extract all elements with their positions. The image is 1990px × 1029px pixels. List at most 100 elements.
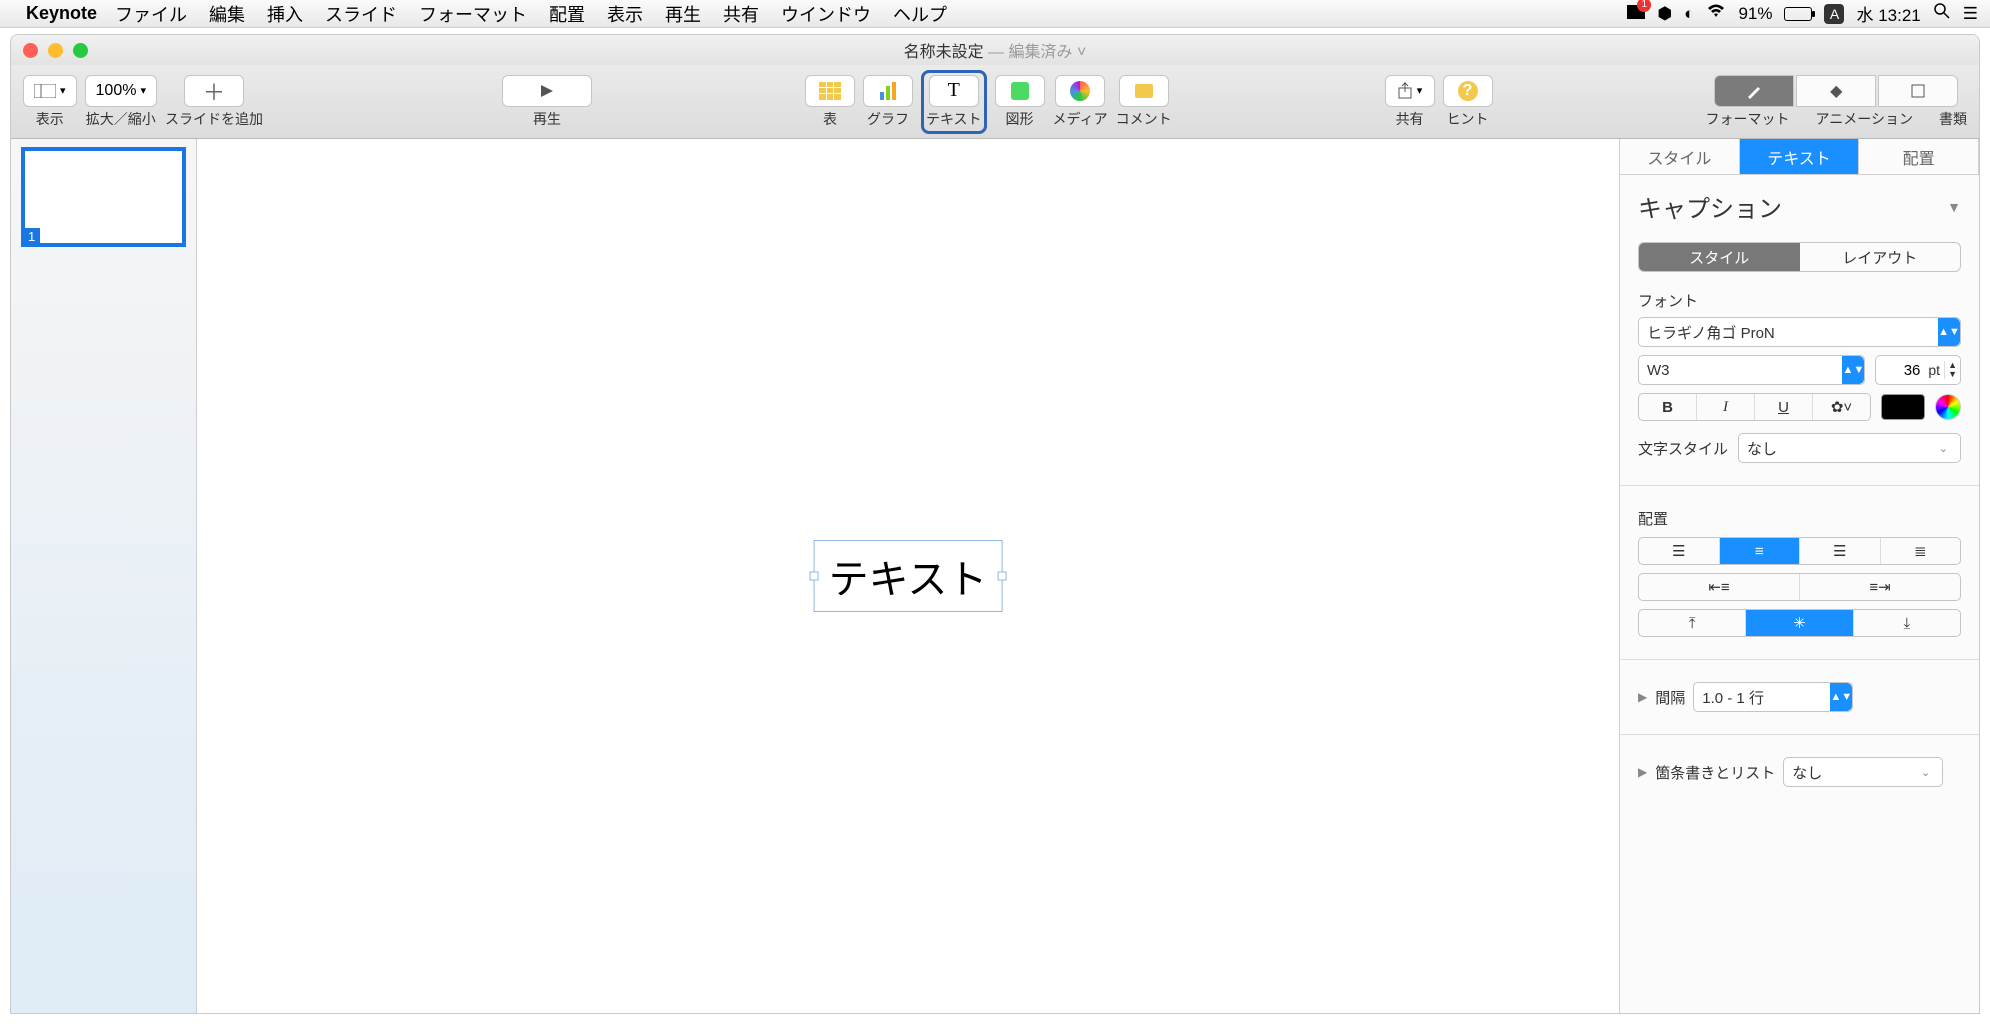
align-right-button[interactable]: ☰	[1800, 538, 1881, 564]
menu-file[interactable]: ファイル	[115, 1, 187, 27]
app-name[interactable]: Keynote	[26, 3, 97, 24]
workarea: 1 テキスト スタイル テキスト 配置 キャプション ▼	[11, 139, 1979, 1013]
toolbar: ▾ 表示 100%▾ 拡大／縮小 ＋ スライドを追加 再生 表 グラフ T	[11, 65, 1979, 139]
inspector-tab-style[interactable]: スタイル	[1620, 139, 1740, 174]
align-center-button[interactable]: ≡	[1720, 538, 1801, 564]
indent-button[interactable]: ≡⇥	[1800, 574, 1960, 600]
chart-icon	[880, 82, 896, 100]
italic-button[interactable]: I	[1697, 394, 1755, 420]
menu-view[interactable]: 表示	[607, 1, 643, 27]
sync-icon[interactable]: ◐	[1684, 4, 1694, 24]
tb-animation[interactable]: ◆	[1796, 75, 1876, 107]
alignment-label: 配置	[1638, 508, 1961, 529]
bullets-select[interactable]: なし⌄	[1783, 757, 1943, 787]
bold-button[interactable]: B	[1639, 394, 1697, 420]
tb-share[interactable]: ▾ 共有	[1385, 75, 1435, 129]
disclosure-triangle-icon[interactable]: ▶	[1638, 765, 1647, 779]
tb-comment[interactable]: コメント	[1116, 75, 1172, 129]
tb-chart[interactable]: グラフ	[863, 75, 913, 129]
text-subtabs: スタイル レイアウト	[1638, 242, 1961, 272]
menu-help[interactable]: ヘルプ	[893, 1, 947, 27]
control-center-icon[interactable]: ☰	[1963, 4, 1978, 24]
horizontal-align-buttons: ☰ ≡ ☰ ≣	[1638, 537, 1961, 565]
close-button[interactable]	[23, 43, 38, 58]
bullets-label: 箇条書きとリスト	[1655, 762, 1775, 783]
vertical-align-buttons: ⤒ ✳ ⤓	[1638, 609, 1961, 637]
chevron-down-icon: ▼	[1947, 199, 1961, 215]
selected-textbox[interactable]: テキスト	[814, 540, 1003, 612]
menu-share[interactable]: 共有	[723, 1, 759, 27]
inspector-panel: スタイル テキスト 配置 キャプション ▼ スタイル レイアウト フォント ヒラ	[1619, 139, 1979, 1013]
font-size-input[interactable]	[1876, 362, 1924, 379]
tb-add-slide[interactable]: ＋ スライドを追加	[165, 75, 263, 129]
keynote-window: 名称未設定 — 編集済み ˅ ▾ 表示 100%▾ 拡大／縮小 ＋ スライドを追…	[10, 34, 1980, 1014]
table-icon	[819, 82, 841, 100]
minimize-button[interactable]	[48, 43, 63, 58]
indent-buttons: ⇤≡ ≡⇥	[1638, 573, 1961, 601]
tb-media[interactable]: メディア	[1053, 75, 1108, 129]
align-left-button[interactable]: ☰	[1639, 538, 1720, 564]
resize-handle-left[interactable]	[810, 572, 819, 581]
menu-edit[interactable]: 編集	[209, 1, 245, 27]
titlebar: 名称未設定 — 編集済み ˅	[11, 35, 1979, 65]
font-section-label: フォント	[1638, 290, 1961, 311]
slide-canvas[interactable]: テキスト	[197, 139, 1619, 1013]
valign-bottom-button[interactable]: ⤓	[1854, 610, 1960, 636]
tb-play[interactable]: 再生	[502, 75, 592, 129]
subtab-style[interactable]: スタイル	[1639, 243, 1800, 271]
tb-view[interactable]: ▾ 表示	[23, 75, 77, 129]
wifi-icon[interactable]	[1706, 3, 1726, 24]
menu-format[interactable]: フォーマット	[419, 1, 527, 27]
resize-handle-right[interactable]	[997, 572, 1006, 581]
align-justify-button[interactable]: ≣	[1881, 538, 1961, 564]
mail-icon[interactable]: 1	[1627, 4, 1645, 24]
font-size-stepper[interactable]: pt ▲▼	[1875, 355, 1961, 385]
slide-navigator[interactable]: 1	[11, 139, 197, 1013]
tb-text[interactable]: T テキスト	[926, 75, 982, 129]
shape-icon	[1011, 82, 1029, 100]
media-icon	[1070, 81, 1090, 101]
tb-hint[interactable]: ? ヒント	[1443, 75, 1493, 129]
status-area: 1 ⬢ ◐ 91% A 水 13:21 ☰	[1627, 1, 1978, 26]
font-gear-button[interactable]: ✿˅	[1813, 394, 1870, 420]
input-source-badge[interactable]: A	[1824, 4, 1844, 24]
menu-insert[interactable]: 挿入	[267, 1, 303, 27]
color-wheel-button[interactable]	[1935, 394, 1961, 420]
subtab-layout[interactable]: レイアウト	[1800, 243, 1961, 271]
fullscreen-button[interactable]	[73, 43, 88, 58]
menu-slide[interactable]: スライド	[325, 1, 397, 27]
dropbox-icon[interactable]: ⬢	[1657, 4, 1672, 24]
font-weight-select[interactable]: W3▲▼	[1638, 355, 1865, 385]
tb-document[interactable]	[1878, 75, 1958, 107]
text-color-swatch[interactable]	[1881, 394, 1925, 420]
valign-middle-button[interactable]: ✳	[1746, 610, 1853, 636]
slide-thumb-1[interactable]: 1	[21, 147, 186, 247]
underline-button[interactable]: U	[1755, 394, 1813, 420]
outdent-button[interactable]: ⇤≡	[1639, 574, 1800, 600]
tb-table[interactable]: 表	[805, 75, 855, 129]
comment-icon	[1135, 84, 1153, 98]
inspector-tab-arrange[interactable]: 配置	[1859, 139, 1979, 174]
inspector-tab-text[interactable]: テキスト	[1740, 139, 1860, 174]
spotlight-icon[interactable]	[1933, 2, 1951, 25]
char-style-select[interactable]: なし⌄	[1738, 433, 1961, 463]
menu-window[interactable]: ウインドウ	[781, 1, 871, 27]
clock[interactable]: 水 13:21	[1856, 1, 1920, 26]
font-family-select[interactable]: ヒラギノ角ゴ ProN▲▼	[1638, 317, 1961, 347]
char-style-label: 文字スタイル	[1638, 438, 1728, 459]
tb-text-highlighted: T テキスト	[921, 70, 987, 134]
valign-top-button[interactable]: ⤒	[1639, 610, 1746, 636]
tb-inspector-segments: ◆	[1714, 75, 1958, 107]
tb-shape[interactable]: 図形	[995, 75, 1045, 129]
window-title[interactable]: 名称未設定 — 編集済み ˅	[904, 38, 1087, 62]
spacing-select[interactable]: 1.0 - 1 行▲▼	[1693, 682, 1853, 712]
disclosure-triangle-icon[interactable]: ▶	[1638, 690, 1647, 704]
menu-arrange[interactable]: 配置	[549, 1, 585, 27]
battery-icon	[1784, 7, 1812, 21]
tb-zoom[interactable]: 100%▾ 拡大／縮小	[85, 75, 157, 129]
tb-format[interactable]	[1714, 75, 1794, 107]
menu-play[interactable]: 再生	[665, 1, 701, 27]
paragraph-style-popup[interactable]: キャプション ▼	[1638, 189, 1961, 224]
spacing-label: 間隔	[1655, 687, 1685, 708]
font-style-buttons: B I U ✿˅	[1638, 393, 1871, 421]
